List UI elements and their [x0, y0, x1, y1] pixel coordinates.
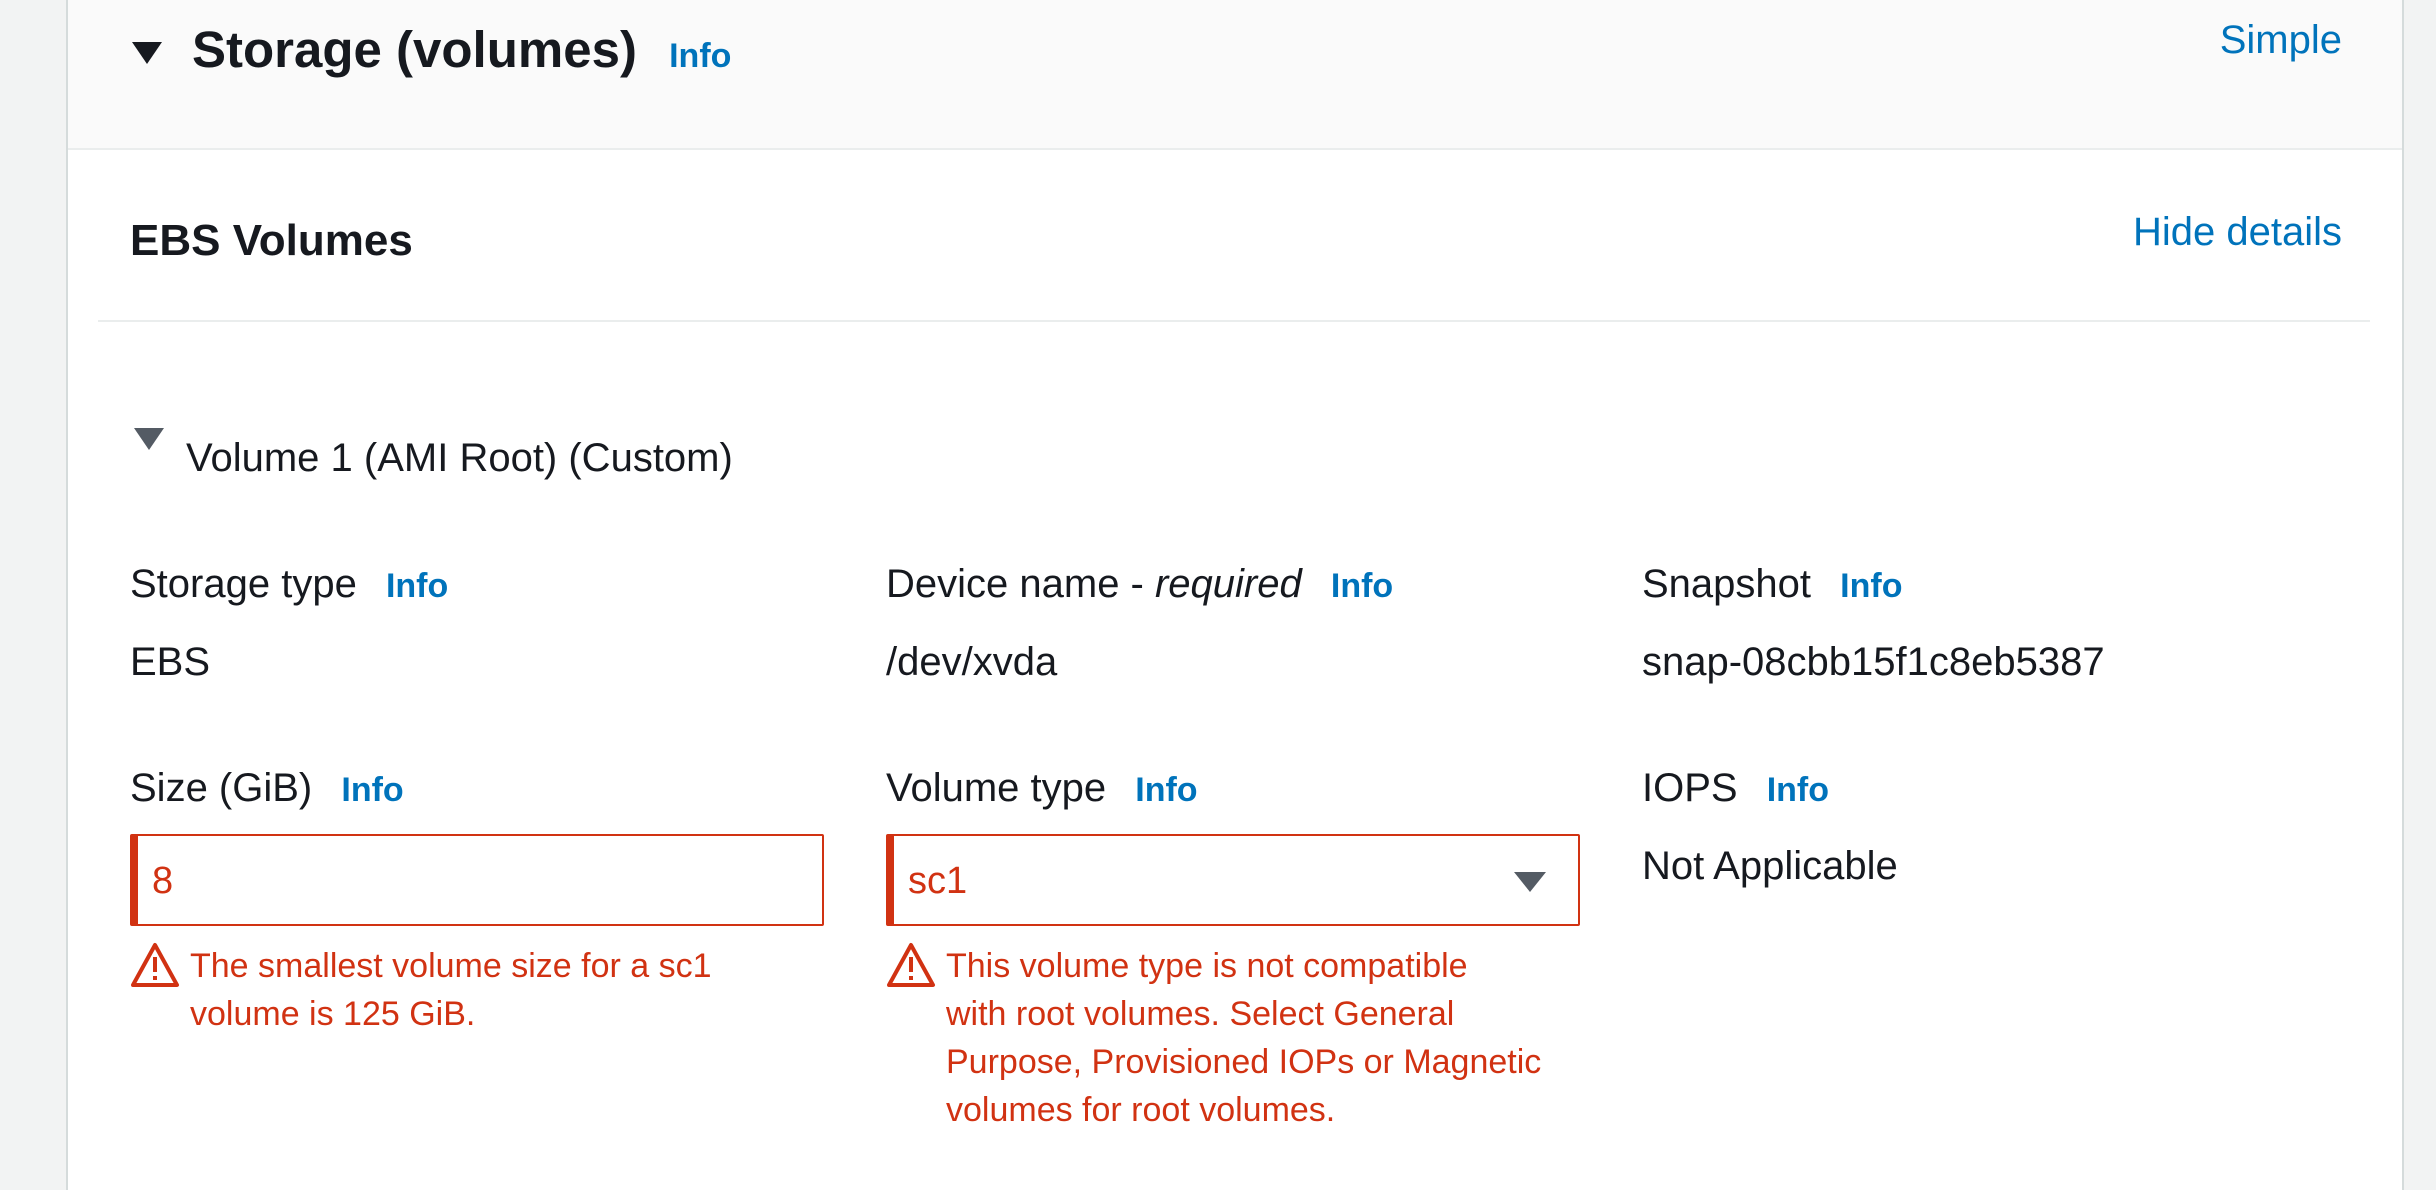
storage-type-info-link[interactable]: Info — [386, 567, 448, 605]
device-name-value: /dev/xvda — [886, 640, 1058, 684]
volume-type-selected-value[interactable]: sc1 — [908, 860, 967, 903]
section-title: Storage (volumes) Info — [192, 20, 731, 79]
storage-type-value: EBS — [130, 640, 211, 684]
volume-type-error-message: This volume type is not compatible with … — [946, 942, 1586, 1134]
iops-info-link[interactable]: Info — [1767, 771, 1829, 809]
volume-title[interactable]: Volume 1 (AMI Root) (Custom) — [186, 436, 733, 481]
volume-type-info-link[interactable]: Info — [1135, 771, 1197, 809]
section-title-text: Storage (volumes) — [192, 21, 637, 78]
size-error-message: The smallest volume size for a sc1 volum… — [190, 942, 790, 1038]
size-input[interactable]: 8 — [130, 834, 824, 926]
volume-type-label: Volume type Info — [886, 766, 1198, 811]
simple-mode-link[interactable]: Simple — [2220, 18, 2342, 63]
snapshot-label: Snapshot Info — [1642, 562, 1902, 607]
storage-type-label: Storage type Info — [130, 562, 448, 607]
section-info-link[interactable]: Info — [669, 37, 731, 75]
warning-triangle-icon — [131, 943, 179, 987]
volume-type-label-text: Volume type — [886, 766, 1107, 810]
ebs-volumes-title: EBS Volumes — [130, 216, 413, 265]
size-label: Size (GiB) Info — [130, 766, 404, 811]
device-name-required: required — [1154, 562, 1302, 606]
storage-type-label-text: Storage type — [130, 562, 357, 606]
size-label-text: Size (GiB) — [130, 766, 313, 810]
device-name-label: Device name - required Info — [886, 562, 1393, 607]
snapshot-label-text: Snapshot — [1642, 562, 1812, 606]
device-name-info-link[interactable]: Info — [1331, 567, 1393, 605]
iops-label: IOPS Info — [1642, 766, 1829, 811]
snapshot-info-link[interactable]: Info — [1840, 567, 1902, 605]
size-error-line: The smallest volume size for a sc1 — [190, 947, 712, 985]
device-name-label-text: Device name - — [886, 562, 1155, 606]
volume-type-error-line: Purpose, Provisioned IOPs or Magnetic — [946, 1043, 1542, 1081]
snapshot-value: snap-08cbb15f1c8eb5387 — [1642, 640, 2105, 684]
volume-type-error-line: This volume type is not compatible — [946, 947, 1468, 985]
volume-type-error-line: volumes for root volumes. — [946, 1091, 1336, 1129]
volume-type-error-line: with root volumes. Select General — [946, 995, 1455, 1033]
volume-type-select[interactable]: sc1 — [886, 834, 1580, 926]
iops-value: Not Applicable — [1642, 844, 1898, 888]
size-info-link[interactable]: Info — [341, 771, 403, 809]
warning-triangle-icon — [887, 943, 935, 987]
divider — [98, 320, 2370, 322]
storage-panel: Storage (volumes) Info Simple EBS Volume… — [66, 0, 2404, 1190]
caret-down-icon[interactable] — [134, 428, 164, 450]
hide-details-link[interactable]: Hide details — [2133, 210, 2342, 255]
iops-label-text: IOPS — [1642, 766, 1738, 810]
chevron-down-icon[interactable] — [1514, 872, 1546, 892]
size-error-line: volume is 125 GiB. — [190, 995, 476, 1033]
caret-down-icon[interactable] — [132, 42, 162, 64]
size-input-value[interactable]: 8 — [152, 860, 173, 903]
storage-section-header[interactable]: Storage (volumes) Info Simple — [68, 0, 2402, 150]
